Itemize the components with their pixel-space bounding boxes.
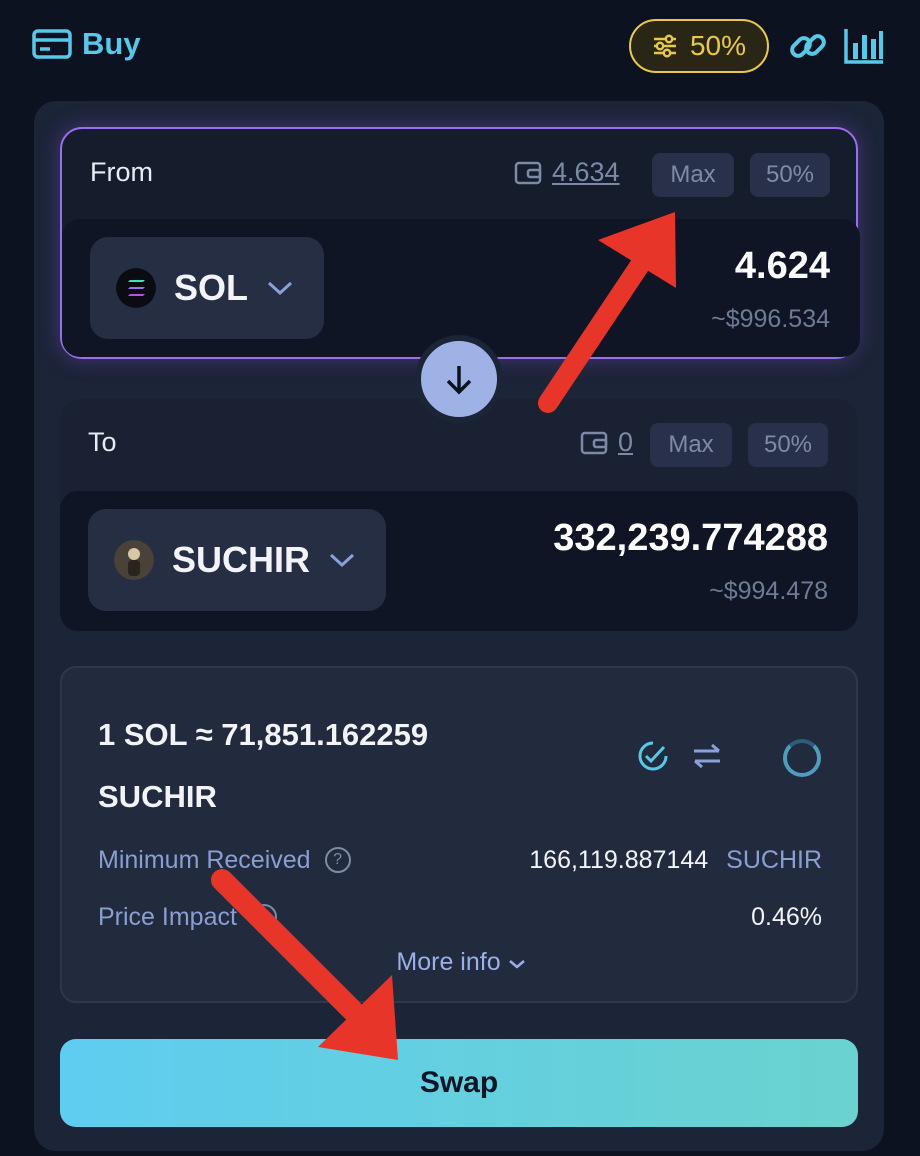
credit-card-icon	[32, 29, 72, 59]
to-balance-value: 0	[618, 427, 634, 457]
from-max-button[interactable]: Max	[652, 153, 734, 197]
price-impact-row: Price Impact ? 0.46%	[98, 897, 822, 937]
swap-button[interactable]: Swap	[60, 1039, 858, 1127]
wallet-icon	[514, 161, 542, 184]
price-impact-label: Price Impact	[98, 902, 237, 931]
arrow-down-icon	[446, 366, 472, 395]
buy-button[interactable]: Buy	[32, 26, 141, 62]
buy-label: Buy	[82, 26, 141, 61]
link-icon[interactable]	[788, 26, 828, 66]
to-token-select[interactable]: SUCHIR	[88, 509, 387, 611]
to-half-button[interactable]: 50%	[748, 423, 828, 467]
from-balance[interactable]: 4.634	[514, 157, 620, 188]
chevron-down-icon	[330, 553, 355, 568]
to-balance[interactable]: 0	[580, 427, 633, 458]
slippage-button[interactable]: 50%	[629, 19, 769, 73]
price-impact-value: 0.46%	[751, 902, 822, 931]
from-label: From	[90, 157, 153, 187]
bar-chart-icon[interactable]	[843, 27, 885, 65]
min-received-value: 166,119.887144	[529, 845, 709, 874]
suchir-avatar-icon	[114, 540, 154, 580]
chevron-down-icon	[508, 960, 525, 969]
help-icon[interactable]: ?	[324, 847, 351, 873]
to-input-area: SUCHIR 332,239.774288 ~$994.478	[60, 491, 858, 631]
min-received-unit: SUCHIR	[726, 845, 822, 874]
verified-check-icon[interactable]	[637, 740, 669, 772]
more-info-toggle[interactable]: More info	[62, 948, 860, 977]
exchange-rate: 1 SOL ≈ 71,851.162259 SUCHIR	[98, 717, 429, 814]
to-label: To	[88, 427, 117, 457]
to-amount-output: 332,239.774288	[553, 517, 828, 559]
wallet-icon	[580, 431, 608, 454]
to-usd-value: ~$994.478	[709, 577, 828, 605]
to-token-name: SUCHIR	[172, 539, 311, 580]
from-token-select[interactable]: SOL	[90, 237, 325, 339]
from-usd-value: ~$996.534	[711, 305, 830, 333]
from-token-name: SOL	[174, 267, 249, 308]
quote-info-card: 1 SOL ≈ 71,851.162259 SUCHIR Minimum Rec…	[60, 666, 858, 1003]
sol-logo-icon	[116, 268, 156, 308]
refresh-timer-icon[interactable]	[783, 739, 821, 777]
swap-direction-button[interactable]	[415, 335, 503, 423]
from-card: From 4.634 Max 50% SOL 4.624 ~$996.534	[60, 127, 860, 359]
help-icon[interactable]: ?	[250, 904, 277, 930]
to-max-button[interactable]: Max	[650, 423, 732, 467]
top-bar: Buy 50%	[0, 0, 920, 95]
from-amount-input[interactable]: 4.624	[735, 245, 830, 288]
sliders-icon	[653, 34, 676, 58]
from-balance-value: 4.634	[552, 157, 620, 187]
min-received-label: Minimum Received	[98, 845, 311, 874]
from-half-button[interactable]: 50%	[750, 153, 830, 197]
slippage-value: 50%	[689, 30, 747, 61]
minimum-received-row: Minimum Received ? 166,119.887144 SUCHIR	[98, 840, 822, 880]
rate-icons	[637, 740, 723, 772]
swap-rate-icon[interactable]	[691, 742, 723, 770]
more-info-label: More info	[396, 948, 501, 976]
chevron-down-icon	[268, 281, 293, 296]
to-card: To 0 Max 50% SUCHIR 332,239.774288 ~$994…	[60, 399, 858, 631]
